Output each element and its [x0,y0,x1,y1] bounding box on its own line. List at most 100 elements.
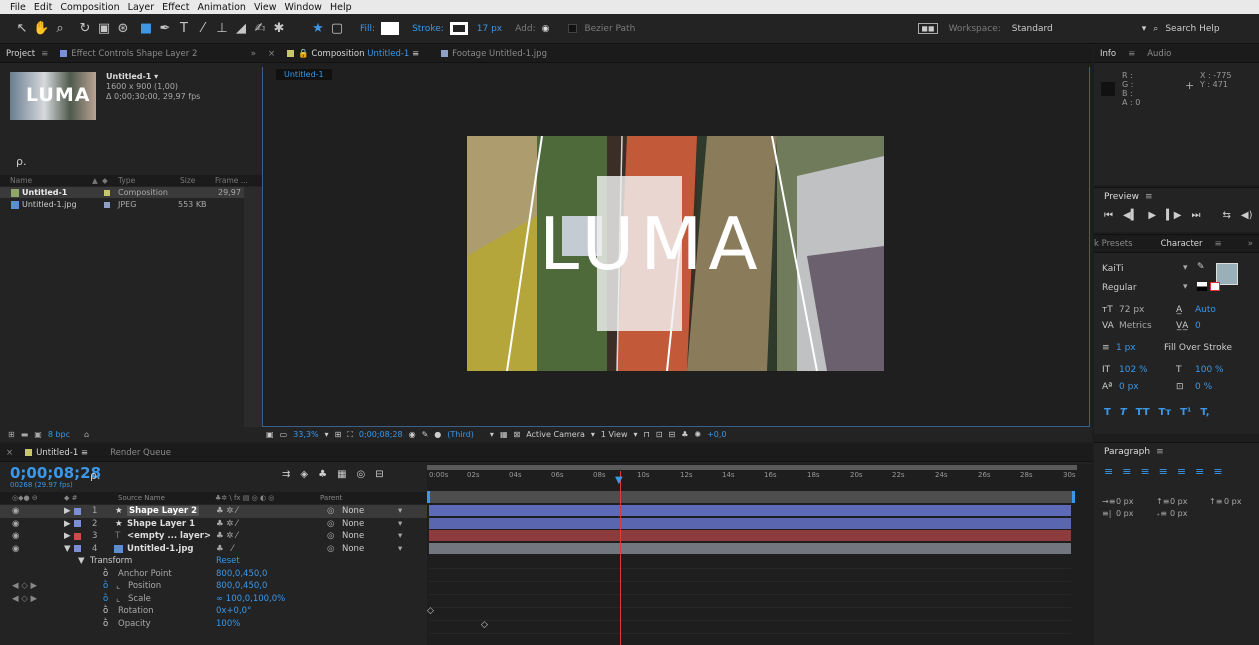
subscript-button[interactable]: T, [1200,407,1209,418]
timeline-timecode[interactable]: 0;00;08;28 [10,464,101,482]
col-size[interactable]: Size [180,176,195,185]
toggle-pixel-icon[interactable]: ⊓ [644,430,650,439]
chevron-down-icon[interactable]: ▾ [1183,282,1188,292]
layer-row[interactable]: ◉ ▶ 2 ★ Shape Layer 1 ♣ ✲ ⁄ ◎ None ▾ [0,518,427,531]
stopwatch-icon[interactable]: ṑ [103,594,108,604]
menu-effect[interactable]: Effect [162,2,189,13]
tracking-value[interactable]: 0 [1195,321,1201,331]
shy-icon[interactable]: ♣ [318,469,327,480]
stroke-width[interactable]: 1 px [1116,343,1136,353]
chevron-down-icon[interactable]: ▾ [325,430,329,439]
tab-character[interactable]: Character [1155,239,1209,249]
time-ruler[interactable]: 0:00s 02s 04s 06s 08s 10s 12s 14s 16s 18… [427,471,1077,485]
layer-row[interactable]: ◉ ▶ 1 ★ Shape Layer 2 ♣ ✲ ⁄ ◎ None ▾ [0,505,427,518]
camera-value[interactable]: Active Camera [526,430,585,439]
stopwatch-icon[interactable]: ṑ [103,569,108,579]
region-icon[interactable]: ⛶ [347,430,353,440]
chevron-down-icon[interactable]: ▾ [1142,24,1147,34]
label-color[interactable] [74,520,81,528]
tab-project[interactable]: Project [0,49,41,59]
workspace-icon[interactable]: ◼◼ [918,23,938,34]
parent-value[interactable]: None [342,544,364,554]
rotate-tool-icon[interactable]: ↻ [77,21,93,36]
layer-track-3[interactable] [429,530,1071,541]
transparency-grid-icon[interactable]: ▦ [500,430,508,439]
tsume-value[interactable]: 0 % [1195,382,1212,392]
chevron-down-icon[interactable]: ▾ [398,519,402,529]
safe-margins-icon[interactable]: ⊞ [335,430,342,439]
project-item[interactable]: Untitled-1 Composition 29,97 [0,187,244,198]
collapse-arrow-icon[interactable]: ▼ [78,556,85,566]
eye-icon[interactable]: ◉ [12,506,19,516]
menu-icon[interactable]: ≡ [41,49,54,59]
parent-value[interactable]: None [342,519,364,529]
type-tool-icon[interactable]: T [176,21,192,36]
keyframe-icon[interactable]: ◇ [427,606,434,616]
chevron-down-icon[interactable]: ▾ [398,544,402,554]
tab-effect-controls[interactable]: Effect Controls Shape Layer 2 [54,49,203,59]
bpc-label[interactable]: 8 bpc [48,430,70,439]
property-value[interactable]: 800,0,450,0 [216,569,267,579]
hand-tool-icon[interactable]: ✋ [33,21,49,36]
show-snapshot-icon[interactable]: ✎ [422,430,429,439]
transform-row[interactable]: ▼ Transform Reset [0,555,427,568]
play-icon[interactable]: ▶ [1148,210,1156,221]
layer-name[interactable]: <empty ... layer> [127,531,211,541]
label-color[interactable] [74,507,81,515]
justify-left-icon[interactable]: ≡ [1159,465,1168,478]
layer-track-2[interactable] [429,518,1071,529]
camera-tool-icon[interactable]: ▣ [96,21,112,36]
work-area-bar[interactable] [427,465,1077,470]
faux-italic-button[interactable]: T [1120,407,1127,418]
stroke-size[interactable]: 17 px [477,24,502,34]
small-caps-button[interactable]: Tт [1159,407,1172,418]
puppet-tool-icon[interactable]: ✱ [271,21,287,36]
clone-stamp-tool-icon[interactable]: ⊥ [214,21,230,36]
faux-bold-button[interactable]: T [1104,407,1111,418]
leading-value[interactable]: Auto [1195,305,1216,315]
eye-icon[interactable]: ◉ [12,531,19,541]
graph-icon[interactable]: ⌞ [116,594,120,604]
superscript-button[interactable]: T¹ [1180,407,1191,418]
snapshot-icon[interactable]: ◉ [409,430,416,439]
pan-behind-tool-icon[interactable]: ⊛ [115,21,131,36]
font-size[interactable]: 72 px [1119,305,1144,315]
brush-tool-icon[interactable]: ⁄ [195,21,211,36]
menu-edit[interactable]: Edit [34,2,52,13]
rectangle-tool-icon[interactable]: ■ [138,21,154,36]
tab-composition[interactable]: 🔒 Composition Untitled-1 ≡ [281,49,425,59]
layer-row[interactable]: ◉ ▼ 4 Untitled-1.jpg ♣ ⁄ ◎ None ▾ [0,543,427,556]
zoom-tool-icon[interactable]: ⌕ [52,21,68,36]
exposure-icon[interactable]: ✺ [694,430,701,439]
expand-arrow-icon[interactable]: ▶ [64,506,71,516]
label-color[interactable] [74,532,81,540]
interpret-footage-icon[interactable]: ⊞ [8,430,15,439]
indent-right[interactable]: 0 px [1224,497,1241,506]
property-value[interactable]: ∞ 100,0,100,0% [216,594,285,604]
next-frame-icon[interactable]: ▍▶ [1166,210,1181,221]
last-frame-icon[interactable]: ⏭ [1191,210,1200,221]
layer-name[interactable]: Shape Layer 1 [127,519,195,529]
property-value[interactable]: 100% [216,619,240,629]
layer-switches[interactable]: ♣ ✲ ⁄ [216,519,238,529]
expand-arrow-icon[interactable]: ▶ [64,519,71,529]
chevron-down-icon[interactable]: ▾ [591,430,595,439]
color-channel-icon[interactable]: ● [434,430,441,439]
fast-preview-icon[interactable]: ⊡ [656,430,663,439]
playhead[interactable] [620,471,621,645]
chevron-down-icon[interactable]: ▾ [398,531,402,541]
timeline-search-icon[interactable]: ρ. [90,469,100,482]
label-col-icon[interactable]: ◆ [102,176,108,185]
vertical-scale[interactable]: 102 % [1119,365,1148,375]
all-caps-button[interactable]: TT [1136,407,1150,418]
layer-switches[interactable]: ♣ ✲ ⁄ [216,506,238,516]
motion-blur-icon[interactable]: ◎ [357,469,366,480]
resolution-value[interactable]: (Third) [447,430,474,439]
col-frame[interactable]: Frame ... [215,176,248,185]
menu-window[interactable]: Window [284,2,321,13]
menu-icon[interactable]: ≡ [1145,192,1153,202]
indent-left[interactable]: 0 px [1116,497,1133,506]
kerning-value[interactable]: Metrics [1119,321,1152,331]
chevron-down-icon[interactable]: ▾ [634,430,638,439]
always-preview-icon[interactable]: ▣ [266,430,274,439]
